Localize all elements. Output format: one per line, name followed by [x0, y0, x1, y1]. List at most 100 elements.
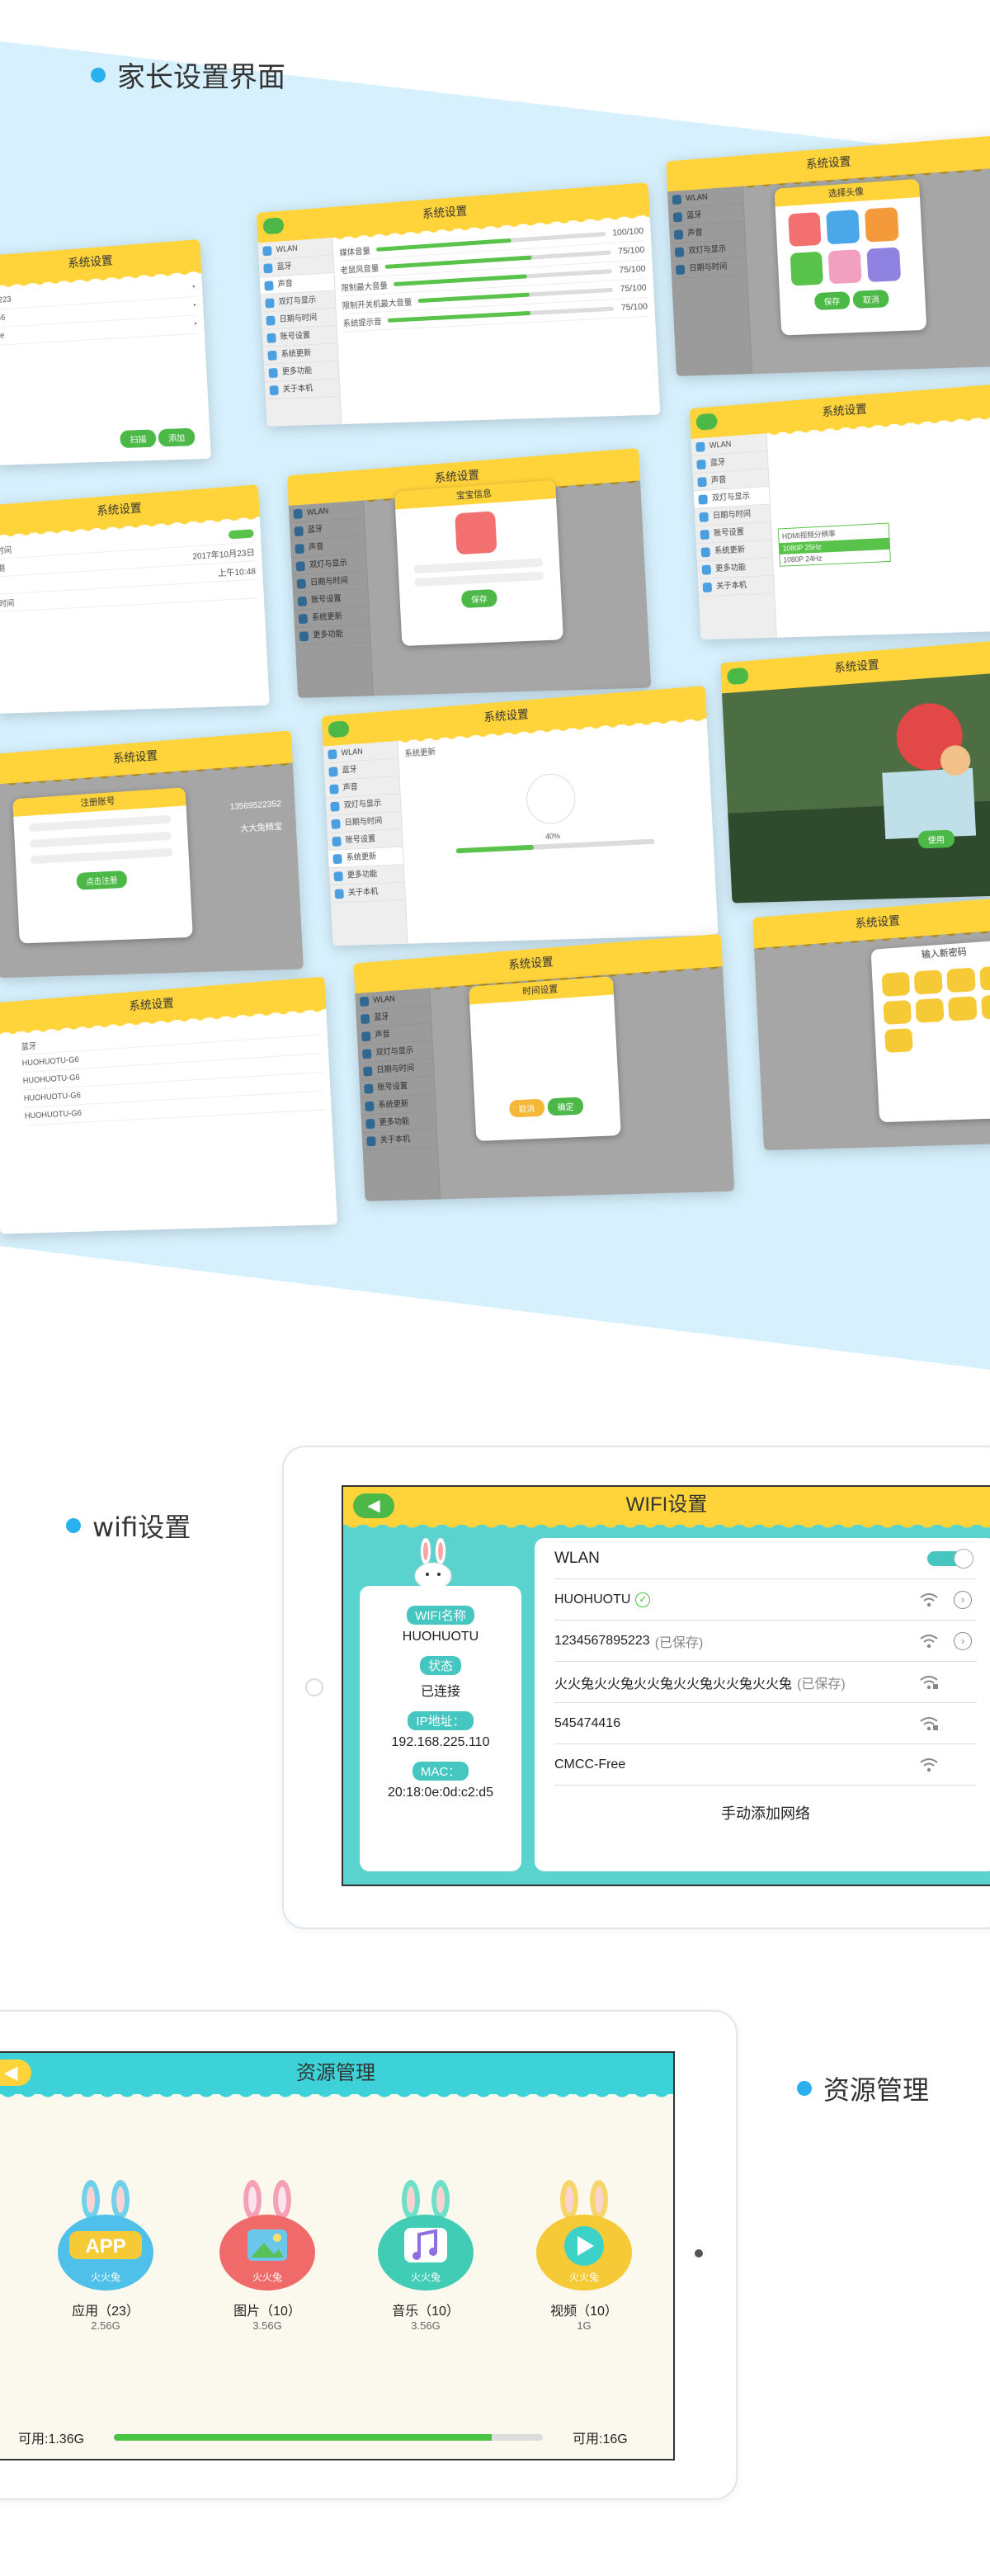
- avatar-option[interactable]: [788, 212, 821, 247]
- sound-value: 75/100: [619, 264, 646, 275]
- avatar-option[interactable]: [865, 207, 899, 243]
- section-title-text: 资源管理: [823, 2069, 929, 2107]
- wlan-toggle[interactable]: [927, 1551, 972, 1566]
- sidebar-item[interactable]: 关于本机: [330, 883, 405, 903]
- keypad-key[interactable]: [981, 994, 990, 1020]
- save-button[interactable]: 保存: [461, 589, 497, 608]
- keypad-key[interactable]: [915, 998, 944, 1023]
- back-button[interactable]: [262, 217, 284, 234]
- use-wallpaper-button[interactable]: 使用: [917, 829, 955, 848]
- ip-value: 192.168.225.110: [360, 1735, 521, 1750]
- back-button[interactable]: ◀: [353, 1493, 394, 1518]
- resource-music[interactable]: 火火兔 音乐（10） 3.56G: [360, 2178, 492, 2332]
- storage-available-right: 可用:16G: [573, 2427, 628, 2447]
- music-icon: 火火兔: [376, 2178, 475, 2294]
- back-button[interactable]: [695, 413, 717, 430]
- manual-add-network-button[interactable]: 手动添加网络: [535, 1802, 990, 1823]
- keypad-key[interactable]: [948, 996, 978, 1021]
- network-row[interactable]: 火火兔火火兔火火兔火火兔火火兔火火兔 (已保存): [554, 1662, 977, 1703]
- section-title-resources: 资源管理: [797, 2069, 929, 2107]
- network-row[interactable]: HUOHUOTU ✓ ›: [554, 1579, 977, 1621]
- time-dialog: 时间设置 取消 确定: [469, 976, 621, 1141]
- device-name: HUOHUOTU-G6: [22, 1055, 79, 1068]
- keypad-key[interactable]: [882, 972, 911, 997]
- toggle-switch[interactable]: [229, 529, 254, 539]
- register-button[interactable]: 点击注册: [76, 870, 127, 890]
- wifi-screen: ◀ WIFI设置 WIFI名称 HUOHUOTU 状态 已连接 IP地址： 19…: [342, 1485, 990, 1886]
- avatar-option[interactable]: [790, 252, 823, 286]
- avatar-option[interactable]: [828, 249, 862, 284]
- name-input[interactable]: [414, 558, 544, 573]
- avatar-option[interactable]: [826, 210, 860, 244]
- sound-value: 100/100: [612, 227, 644, 238]
- sound-label: 系统提示音: [342, 314, 381, 328]
- avatar[interactable]: [455, 511, 497, 554]
- mac-value: 20:18:0e:0d:c2:d5: [360, 1786, 521, 1800]
- home-button[interactable]: [305, 1678, 323, 1696]
- svg-text:APP: APP: [85, 2235, 125, 2258]
- resource-header-title: 资源管理: [296, 2062, 375, 2084]
- back-button[interactable]: [727, 668, 749, 685]
- wlan-label: WLAN: [554, 1550, 600, 1568]
- device-name: HUOHUOTU-G6: [25, 1109, 82, 1121]
- password-input[interactable]: [30, 832, 172, 848]
- network-detail-icon[interactable]: ›: [954, 1632, 972, 1650]
- back-button[interactable]: ◀: [0, 2059, 31, 2086]
- screen-wlan: 系统设置 5223 ◔ G6 ◔ ee ◔ 扫描 添加: [0, 239, 211, 465]
- hdmi-dropdown[interactable]: HDMI视频分辨率 1080P 25Hz 1080P 24Hz: [778, 523, 891, 567]
- register-dialog: 注册账号 点击注册: [12, 787, 193, 943]
- scan-button[interactable]: 扫描: [120, 429, 157, 448]
- keypad-key[interactable]: [979, 965, 990, 991]
- ok-button[interactable]: 确定: [547, 1097, 583, 1116]
- section-title-text: wifi设置: [92, 1507, 191, 1545]
- network-row[interactable]: CMCC-Free: [554, 1744, 977, 1786]
- resource-pictures[interactable]: 火火兔 图片（10） 3.56G: [201, 2178, 333, 2332]
- keypad-key[interactable]: [946, 968, 976, 993]
- screen-wallpaper: 系统设置 使用: [720, 640, 990, 903]
- network-row[interactable]: 1234567895223 (已保存) ›: [554, 1621, 977, 1662]
- resource-apps[interactable]: APP 火火兔 应用（23） 2.56G: [40, 2178, 172, 2332]
- screen-title: 系统设置: [822, 402, 867, 418]
- cancel-button[interactable]: 取消: [509, 1099, 545, 1118]
- bullet-dot: [66, 1518, 81, 1533]
- bluetooth-label: 蓝牙: [21, 1039, 36, 1052]
- sidebar-item[interactable]: 关于本机: [698, 576, 774, 597]
- avatar-option[interactable]: [866, 248, 901, 282]
- sidebar: WLAN 蓝牙 声音 双灯与显示 日期与时间 账号设置 系统更新 更多功能 关于本机: [323, 741, 408, 946]
- screen-title: 系统设置: [97, 501, 142, 517]
- network-row[interactable]: 545474416: [554, 1703, 977, 1744]
- wifi-signal-icon: [919, 1757, 939, 1772]
- network-name: 1234567895223: [554, 1634, 650, 1649]
- video-icon: 火火兔: [535, 2178, 634, 2294]
- keypad-key[interactable]: [884, 1028, 913, 1053]
- password-dialog: 输入新密码: [871, 939, 990, 1122]
- sound-value: 75/100: [620, 283, 647, 294]
- sidebar-item[interactable]: 关于本机: [265, 379, 340, 399]
- screen-title: 系统设置: [68, 253, 113, 270]
- network-name: 火火兔火火兔火火兔火火兔火火兔火火兔: [554, 1673, 792, 1692]
- account-input[interactable]: [29, 815, 171, 833]
- resource-videos[interactable]: 火火兔 视频（10） 1G: [518, 2178, 650, 2332]
- screen-baby-info: 系统设置 WLAN 蓝牙 声音 双灯与显示 日期与时间 账号设置 系统更新 更多功能 宝宝信息…: [287, 448, 651, 698]
- keypad-key[interactable]: [914, 970, 943, 994]
- time-picker[interactable]: [469, 994, 619, 1102]
- storage-available-left: 可用:1.36G: [18, 2427, 84, 2447]
- ip-label: IP地址：: [408, 1711, 473, 1730]
- code-input[interactable]: [31, 848, 172, 864]
- back-button[interactable]: [328, 720, 349, 738]
- wifi-name-value: HUOHUOTU: [360, 1630, 521, 1644]
- cancel-button[interactable]: 取消: [853, 290, 889, 309]
- section-title-wifi: wifi设置: [66, 1507, 191, 1545]
- sound-label: 媒体音量: [339, 244, 370, 258]
- keypad-key[interactable]: [883, 1000, 912, 1025]
- save-button[interactable]: 保存: [814, 291, 851, 310]
- birthday-input[interactable]: [414, 572, 544, 587]
- sound-label: 限制开关机最大音量: [342, 295, 412, 311]
- screen-display: 系统设置 WLAN 蓝牙 声音 双灯与显示 日期与时间 账号设置 系统更新 更多功能 关于本机 …: [690, 383, 990, 639]
- wifi-locked-icon: [919, 1675, 939, 1690]
- baby-info-dialog: 宝宝信息 保存: [394, 480, 563, 646]
- network-saved-note: (已保存): [797, 1673, 846, 1692]
- network-detail-icon[interactable]: ›: [954, 1591, 972, 1609]
- network-name: CMCC-Free: [554, 1757, 625, 1772]
- add-button[interactable]: 添加: [158, 428, 195, 447]
